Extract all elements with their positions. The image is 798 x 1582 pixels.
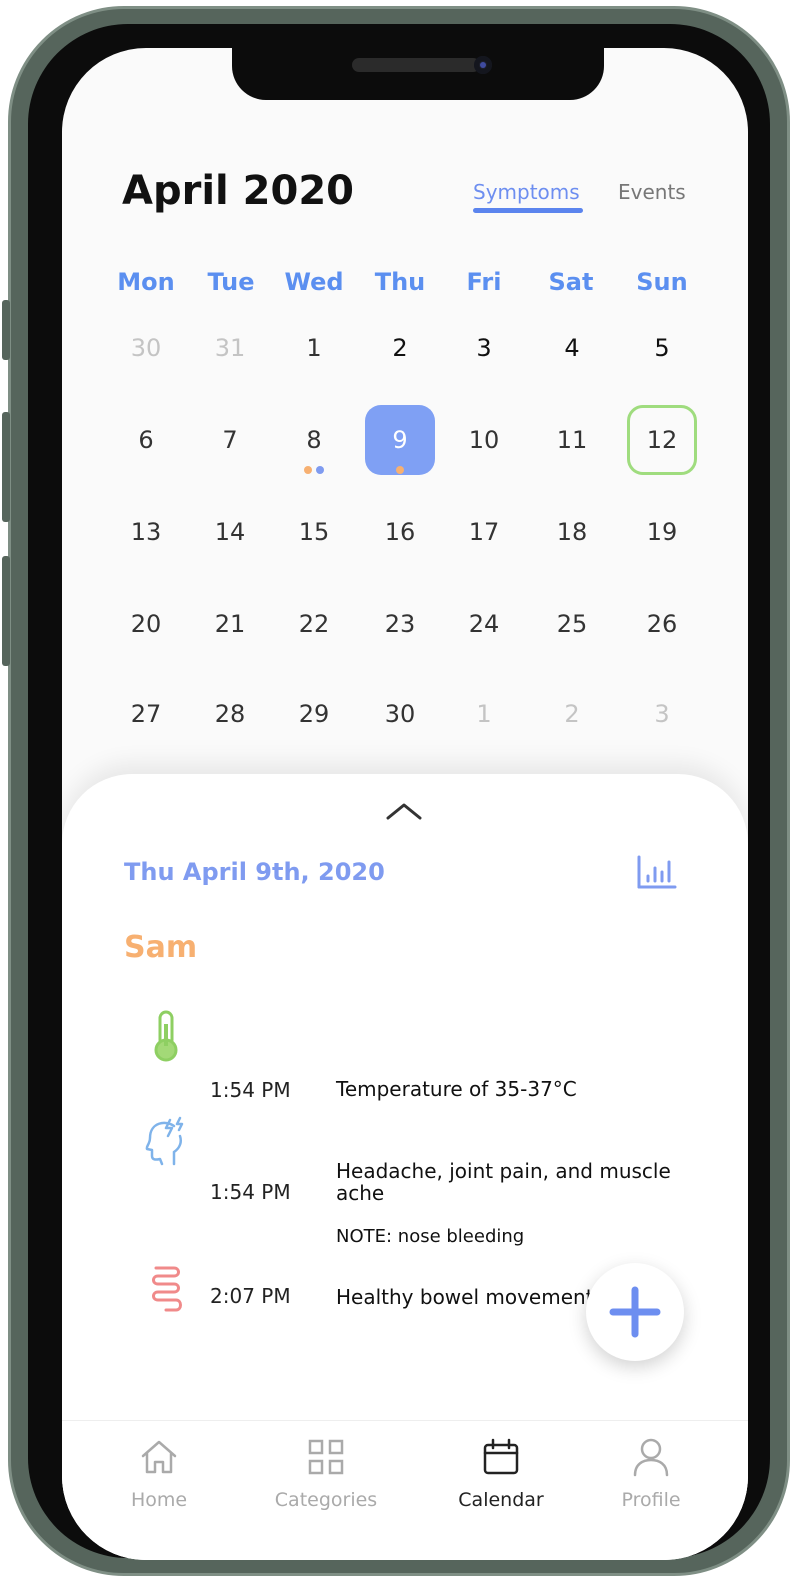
- calendar-day[interactable]: 6: [111, 405, 181, 475]
- selected-date-heading: Thu April 9th, 2020: [124, 858, 385, 886]
- calendar-day[interactable]: 13: [111, 497, 181, 567]
- entry-time: 2:07 PM: [210, 1284, 291, 1308]
- chevron-up-icon[interactable]: [384, 800, 424, 822]
- calendar-day[interactable]: 4: [537, 313, 607, 383]
- event-dot: [396, 466, 404, 474]
- calendar-day[interactable]: 15: [279, 497, 349, 567]
- weekday-label: Sat: [548, 268, 594, 296]
- calendar-day[interactable]: 9: [365, 405, 435, 475]
- entry-note: NOTE: nose bleeding: [336, 1226, 525, 1247]
- calendar-day[interactable]: 10: [449, 405, 519, 475]
- calendar-day[interactable]: 17: [449, 497, 519, 567]
- notch: [232, 48, 604, 100]
- calendar-day[interactable]: 30: [111, 313, 181, 383]
- calendar-day[interactable]: 5: [627, 313, 697, 383]
- nav-calendar[interactable]: Calendar: [426, 1421, 576, 1531]
- entry-description: Temperature of 35-37°C: [336, 1077, 577, 1101]
- side-button-volume-down: [2, 556, 10, 666]
- entry-time: 1:54 PM: [210, 1180, 291, 1204]
- calendar-day[interactable]: 3: [449, 313, 519, 383]
- entry-description: Headache, joint pain, and muscle ache: [336, 1159, 671, 1205]
- calendar-day[interactable]: 28: [195, 679, 265, 749]
- nav-label: Calendar: [458, 1489, 544, 1511]
- calendar-day[interactable]: 12: [627, 405, 697, 475]
- app-screen: April 2020 Symptoms Events Mon Tue Wed T…: [62, 48, 748, 1560]
- person-icon: [633, 1438, 669, 1477]
- calendar-day[interactable]: 11: [537, 405, 607, 475]
- calendar-day[interactable]: 25: [537, 589, 607, 659]
- weekday-label: Sun: [636, 268, 688, 296]
- nav-profile[interactable]: Profile: [576, 1421, 726, 1531]
- calendar-day[interactable]: 3: [627, 679, 697, 749]
- front-camera: [474, 56, 492, 74]
- grid-icon: [308, 1439, 344, 1475]
- weekday-label: Thu: [374, 268, 426, 296]
- calendar-day[interactable]: 21: [195, 589, 265, 659]
- calendar-day[interactable]: 1: [279, 313, 349, 383]
- calendar-day[interactable]: 23: [365, 589, 435, 659]
- event-dot: [316, 466, 324, 474]
- plus-icon: [609, 1286, 661, 1338]
- speaker-grille: [352, 58, 480, 72]
- home-icon: [141, 1440, 177, 1474]
- calendar-day[interactable]: 27: [111, 679, 181, 749]
- bar-chart-icon[interactable]: [636, 854, 678, 890]
- nav-categories[interactable]: Categories: [251, 1421, 401, 1531]
- weekday-label: Mon: [117, 268, 175, 296]
- add-entry-button[interactable]: [586, 1263, 684, 1361]
- calendar-day[interactable]: 8: [279, 405, 349, 475]
- nav-label: Home: [130, 1489, 188, 1511]
- thermometer-icon: [154, 1010, 178, 1062]
- person-name: Sam: [124, 930, 198, 965]
- nav-home[interactable]: Home: [84, 1421, 234, 1531]
- calendar-icon: [483, 1438, 519, 1475]
- calendar-day[interactable]: 7: [195, 405, 265, 475]
- event-dot: [304, 466, 312, 474]
- nav-label: Categories: [274, 1489, 378, 1511]
- calendar-day[interactable]: 16: [365, 497, 435, 567]
- weekday-label: Wed: [284, 268, 344, 296]
- calendar-day[interactable]: 1: [449, 679, 519, 749]
- calendar-day[interactable]: 31: [195, 313, 265, 383]
- entry-time: 1:54 PM: [210, 1078, 291, 1102]
- calendar-day[interactable]: 18: [537, 497, 607, 567]
- calendar-day[interactable]: 19: [627, 497, 697, 567]
- calendar-day[interactable]: 2: [365, 313, 435, 383]
- nav-label: Profile: [621, 1489, 681, 1511]
- calendar-day[interactable]: 29: [279, 679, 349, 749]
- calendar-day[interactable]: 30: [365, 679, 435, 749]
- side-button-silent: [2, 300, 10, 360]
- calendar-day[interactable]: 2: [537, 679, 607, 749]
- month-title: April 2020: [122, 168, 354, 214]
- intestine-icon: [152, 1266, 182, 1312]
- weekday-label: Tue: [207, 268, 255, 296]
- tab-events[interactable]: Events: [618, 180, 686, 204]
- calendar-day[interactable]: 14: [195, 497, 265, 567]
- calendar-day[interactable]: 22: [279, 589, 349, 659]
- calendar-day[interactable]: 24: [449, 589, 519, 659]
- calendar-day[interactable]: 26: [627, 589, 697, 659]
- calendar-day[interactable]: 20: [111, 589, 181, 659]
- active-tab-indicator: [473, 208, 583, 213]
- side-button-volume-up: [2, 412, 10, 522]
- bottom-navigation: Home Categories Calendar Profile: [62, 1420, 748, 1560]
- tab-symptoms[interactable]: Symptoms: [473, 180, 580, 204]
- head-pain-icon: [145, 1116, 184, 1166]
- weekday-label: Fri: [466, 268, 502, 296]
